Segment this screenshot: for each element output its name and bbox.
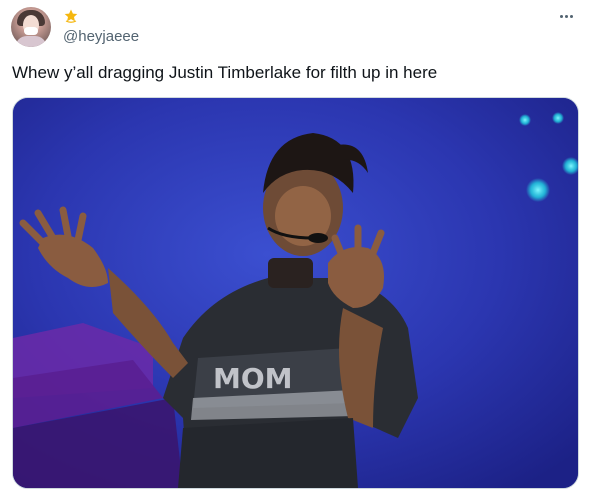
tweet-text: Whew y’all dragging Justin Timberlake fo… bbox=[12, 63, 438, 82]
menu-dot bbox=[559, 14, 563, 18]
concert-performer-image: MOM bbox=[13, 98, 578, 488]
stage-light bbox=[552, 112, 564, 124]
more-dots-icon[interactable] bbox=[556, 8, 576, 24]
user-handle[interactable]: @heyjaeee bbox=[63, 28, 139, 46]
stage-light bbox=[519, 114, 531, 126]
avatar-mask bbox=[24, 27, 38, 35]
star-badge-icon bbox=[64, 9, 78, 23]
media-video[interactable]: MOM bbox=[12, 97, 579, 489]
shirt-print: MOM bbox=[213, 362, 293, 395]
display-name-row[interactable] bbox=[63, 8, 79, 24]
menu-dot bbox=[564, 14, 568, 18]
tweet-card: @heyjaeee Whew y’all dragging Justin Tim… bbox=[0, 0, 595, 489]
avatar-body bbox=[15, 36, 47, 47]
menu-dot bbox=[569, 14, 573, 18]
avatar[interactable] bbox=[11, 7, 51, 47]
stage-light bbox=[526, 178, 550, 202]
